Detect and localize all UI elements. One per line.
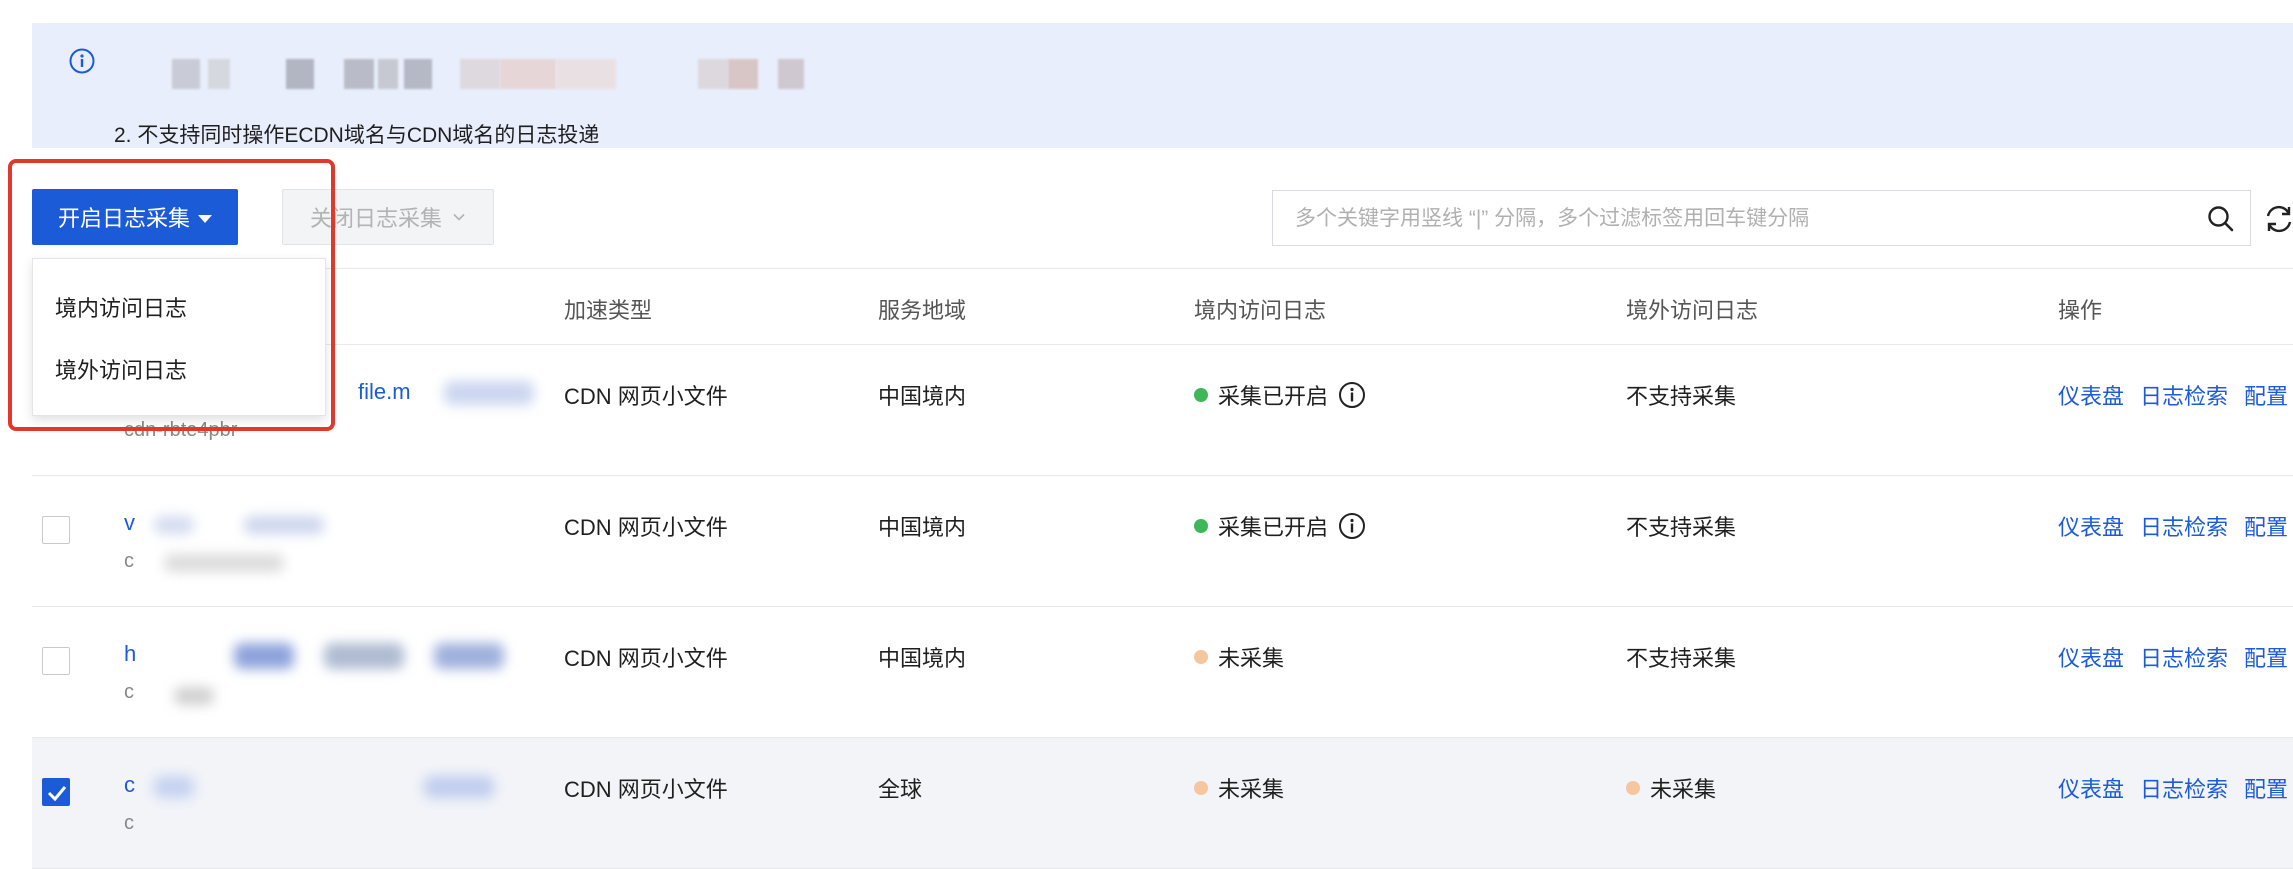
accel-type-cell: CDN 网页小文件	[564, 515, 728, 540]
info-icon	[69, 48, 95, 74]
notice-line1-redacted	[138, 59, 808, 89]
config-link[interactable]: 配置	[2244, 510, 2288, 542]
domestic-log-status: 采集已开启	[1218, 384, 1329, 409]
redacted-blur	[154, 776, 194, 798]
log-search-link[interactable]: 日志检索	[2140, 510, 2228, 542]
domestic-log-cell: 采集已开启	[1194, 510, 1366, 542]
status-off-dot	[1194, 650, 1208, 664]
redacted-blur	[234, 643, 294, 669]
row-actions: 仪表盘 日志检索 配置	[2058, 379, 2288, 411]
accel-type-cell: CDN 网页小文件	[564, 777, 728, 802]
region-cell: 中国境内	[878, 646, 967, 671]
annotation-highlight-box	[8, 159, 335, 431]
accel-type-cell: CDN 网页小文件	[564, 646, 728, 671]
redacted-blur	[444, 381, 534, 405]
table-header: 加速类型 服务地域 境内访问日志 境外访问日志 操作	[32, 268, 2293, 345]
dashboard-link[interactable]: 仪表盘	[2058, 641, 2124, 673]
domestic-log-status: 未采集	[1218, 646, 1285, 671]
log-search-link[interactable]: 日志检索	[2140, 641, 2228, 673]
row-actions: 仪表盘 日志检索 配置	[2058, 641, 2288, 673]
table-row-selected: c c CDN 网页小文件 全球 未采集 未采集 仪表盘 日志检索 配置	[32, 738, 2293, 869]
status-on-dot	[1194, 388, 1208, 402]
config-link[interactable]: 配置	[2244, 641, 2288, 673]
overseas-log-cell: 不支持采集	[1626, 646, 1737, 671]
column-header-domestic-log: 境内访问日志	[1194, 298, 1327, 323]
table-row: v c CDN 网页小文件 中国境内 采集已开启 不支持采集 仪表盘 日志检索 …	[32, 476, 2293, 607]
redacted-blur	[244, 516, 324, 534]
info-icon[interactable]	[1338, 381, 1366, 409]
redacted-blur	[154, 516, 194, 534]
region-cell: 全球	[878, 777, 923, 802]
overseas-log-cell: 不支持采集	[1626, 515, 1737, 540]
table-row: h c CDN 网页小文件 中国境内 未采集 不支持采集 仪表盘 日志检索 配置	[32, 607, 2293, 738]
dashboard-link[interactable]: 仪表盘	[2058, 772, 2124, 804]
redacted-blur	[434, 643, 504, 669]
domain-name-cell: c c	[94, 768, 494, 848]
overseas-log-cell: 未采集	[1626, 772, 1716, 804]
notice-banner: 2. 不支持同时操作ECDN域名与CDN域名的日志投递	[32, 23, 2293, 148]
domain-name-link[interactable]: v	[124, 510, 135, 536]
domestic-log-cell: 采集已开启	[1194, 379, 1366, 411]
domestic-log-cell: 未采集	[1194, 772, 1284, 804]
domestic-log-status: 采集已开启	[1218, 515, 1329, 540]
domain-name-link[interactable]: file.m	[358, 379, 411, 405]
redacted-blur	[164, 554, 284, 572]
domain-id: c	[124, 550, 134, 572]
column-header-accel-type: 加速类型	[564, 298, 653, 323]
chevron-down-icon	[453, 213, 465, 221]
search-box	[1272, 190, 2251, 247]
column-header-region: 服务地域	[878, 298, 967, 323]
search-icon[interactable]	[2205, 203, 2237, 235]
row-actions: 仪表盘 日志检索 配置	[2058, 510, 2288, 542]
domain-name-cell: h c	[94, 637, 504, 717]
domain-name-cell: v c	[94, 506, 474, 586]
dashboard-link[interactable]: 仪表盘	[2058, 510, 2124, 542]
notice-line2: 2. 不支持同时操作ECDN域名与CDN域名的日志投递	[114, 124, 600, 147]
search-input[interactable]	[1293, 191, 2177, 247]
row-checkbox[interactable]	[42, 647, 70, 675]
domestic-log-cell: 未采集	[1194, 641, 1284, 673]
redacted-blur	[174, 687, 214, 705]
domain-name-link[interactable]: c	[124, 772, 135, 798]
config-link[interactable]: 配置	[2244, 379, 2288, 411]
domain-name-link[interactable]: h	[124, 641, 136, 667]
region-cell: 中国境内	[878, 384, 967, 409]
status-off-dot	[1194, 781, 1208, 795]
log-search-link[interactable]: 日志检索	[2140, 772, 2228, 804]
dashboard-link[interactable]: 仪表盘	[2058, 379, 2124, 411]
info-icon[interactable]	[1338, 512, 1366, 540]
redacted-blur	[324, 643, 404, 669]
table-row: file.m cdn-rbte4pbr CDN 网页小文件 中国境内 采集已开启…	[32, 345, 2293, 476]
overseas-log-status: 未采集	[1650, 777, 1717, 802]
domestic-log-status: 未采集	[1218, 777, 1285, 802]
log-search-link[interactable]: 日志检索	[2140, 379, 2228, 411]
region-cell: 中国境内	[878, 515, 967, 540]
column-header-actions: 操作	[2058, 298, 2103, 323]
column-header-overseas-log: 境外访问日志	[1626, 298, 1759, 323]
refresh-icon[interactable]	[2262, 202, 2293, 236]
config-link[interactable]: 配置	[2244, 772, 2288, 804]
redacted-blur	[424, 776, 494, 798]
accel-type-cell: CDN 网页小文件	[564, 384, 728, 409]
status-off-dot	[1626, 781, 1640, 795]
domain-id: c	[124, 681, 134, 703]
overseas-log-cell: 不支持采集	[1626, 384, 1737, 409]
row-checkbox[interactable]	[42, 516, 70, 544]
status-on-dot	[1194, 519, 1208, 533]
row-checkbox-checked[interactable]	[42, 778, 70, 806]
row-actions: 仪表盘 日志检索 配置	[2058, 772, 2288, 804]
domain-id: c	[124, 812, 134, 834]
checkmark-icon	[47, 786, 67, 802]
